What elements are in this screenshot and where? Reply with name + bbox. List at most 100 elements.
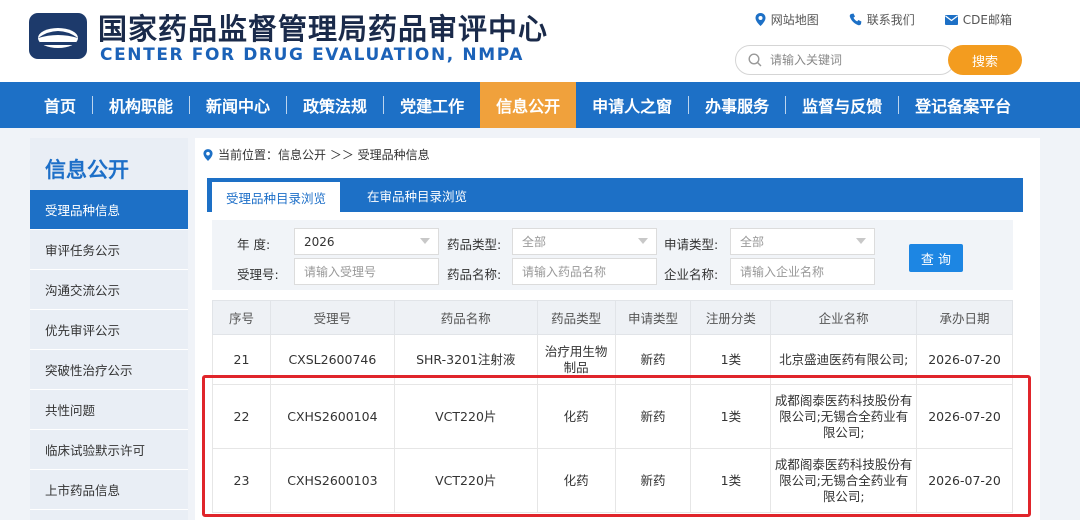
sidebar-item-marketed[interactable]: 上市药品信息 (30, 470, 188, 510)
sidebar-item-review-tasks[interactable]: 审评任务公示 (30, 230, 188, 270)
sidebar-item-communication[interactable]: 沟通交流公示 (30, 270, 188, 310)
nav-item-feedback[interactable]: 监督与反馈 (786, 82, 898, 128)
search-input[interactable] (770, 53, 920, 67)
tab-in-review-catalog[interactable]: 在审品种目录浏览 (357, 178, 477, 212)
search-button[interactable]: 搜索 (948, 45, 1022, 75)
nav-item-services[interactable]: 办事服务 (689, 82, 785, 128)
drug-name-input[interactable]: 请输入药品名称 (512, 258, 657, 285)
nav-item-info[interactable]: 信息公开 (480, 82, 577, 128)
cell-app-type: 新药 (614, 334, 692, 385)
location-pin-icon (203, 148, 213, 161)
year-select[interactable]: 2026 (294, 228, 439, 255)
cell-index: 22 (212, 384, 271, 449)
main-nav: 首页 机构职能 新闻中心 政策法规 党建工作 信息公开 申请人之窗 办事服务 监… (0, 82, 1080, 128)
query-button[interactable]: 查 询 (909, 244, 963, 272)
site-logo[interactable] (28, 12, 88, 60)
drug-type-select[interactable]: 全部 (512, 228, 657, 255)
company-input[interactable]: 请输入企业名称 (730, 258, 875, 285)
sidebar-item-common-issues[interactable]: 共性问题 (30, 390, 188, 430)
tab-bar: 受理品种目录浏览 在审品种目录浏览 (207, 178, 1023, 212)
cell-drug-name[interactable]: SHR-3201注射液 (393, 334, 538, 385)
nav-item-applicant[interactable]: 申请人之窗 (576, 82, 688, 128)
cell-date: 2026-07-20 (916, 448, 1013, 513)
cell-drug-name[interactable]: VCT220片 (393, 448, 538, 513)
cell-company: 北京盛迪医药有限公司; (770, 334, 918, 385)
mail-link[interactable]: CDE邮箱 (944, 11, 1012, 28)
col-header-index[interactable]: 序号 (212, 300, 271, 335)
table-row[interactable]: 23 CXHS2600103 VCT220片 化药 新药 1类 成都阁泰医药科技… (212, 448, 1013, 513)
contact-label: 联系我们 (866, 13, 915, 27)
nav-item-home[interactable]: 首页 (28, 82, 92, 128)
top-links: 网站地图 联系我们 CDE邮箱 (755, 11, 1012, 28)
cell-reg-class: 1类 (690, 448, 772, 513)
site-subtitle: CENTER FOR DRUG EVALUATION, NMPA (100, 45, 524, 65)
cell-app-type: 新药 (614, 384, 692, 449)
contact-link[interactable]: 联系我们 (849, 11, 915, 28)
site-header: 国家药品监督管理局药品审评中心 CENTER FOR DRUG EVALUATI… (0, 0, 1080, 82)
cell-date: 2026-07-20 (916, 334, 1013, 385)
col-header-app-type[interactable]: 申请类型 (614, 300, 692, 335)
col-header-drug-name[interactable]: 药品名称 (393, 300, 538, 335)
tab-accepted-catalog[interactable]: 受理品种目录浏览 (212, 182, 340, 212)
nav-item-registration[interactable]: 登记备案平台 (899, 82, 1027, 128)
sidebar: 信息公开 受理品种信息 审评任务公示 沟通交流公示 优先审评公示 突破性治疗公示… (30, 138, 188, 520)
cell-drug-name[interactable]: VCT220片 (393, 384, 538, 449)
col-header-drug-type[interactable]: 药品类型 (536, 300, 616, 335)
cell-drug-type: 化药 (536, 384, 616, 449)
sidebar-item-priority[interactable]: 优先审评公示 (30, 310, 188, 350)
cell-accept-no[interactable]: CXSL2600746 (269, 334, 395, 385)
cell-index: 23 (212, 448, 271, 513)
drug-type-value: 全部 (522, 235, 547, 249)
table-header-row: 序号 受理号 药品名称 药品类型 申请类型 注册分类 企业名称 承办日期 (212, 300, 1013, 335)
cell-reg-class: 1类 (690, 384, 772, 449)
main-panel: 当前位置：信息公开 ＞＞ 受理品种信息 受理品种目录浏览 在审品种目录浏览 年 … (195, 138, 1040, 520)
col-header-accept-no[interactable]: 受理号 (269, 300, 395, 335)
sitemap-link[interactable]: 网站地图 (755, 11, 819, 28)
table-row[interactable]: 21 CXSL2600746 SHR-3201注射液 治疗用生物制品 新药 1类… (212, 334, 1013, 385)
col-header-reg-class[interactable]: 注册分类 (690, 300, 772, 335)
cell-company: 成都阁泰医药科技股份有限公司;无锡合全药业有限公司; (770, 384, 918, 449)
app-type-value: 全部 (740, 235, 765, 249)
company-label: 企业名称: (664, 267, 719, 282)
col-header-date[interactable]: 承办日期 (916, 300, 1013, 335)
app-type-select[interactable]: 全部 (730, 228, 875, 255)
chevron-down-icon (856, 238, 866, 244)
sidebar-item-accepted[interactable]: 受理品种信息 (30, 190, 188, 230)
mail-label: CDE邮箱 (962, 13, 1012, 27)
drug-name-label: 药品名称: (447, 267, 502, 282)
table-row[interactable]: 22 CXHS2600104 VCT220片 化药 新药 1类 成都阁泰医药科技… (212, 384, 1013, 449)
app-type-label: 申请类型: (664, 237, 719, 252)
accept-no-label: 受理号: (237, 267, 279, 282)
sidebar-title: 信息公开 (45, 158, 129, 182)
nav-item-policy[interactable]: 政策法规 (287, 82, 383, 128)
sidebar-item-breakthrough[interactable]: 突破性治疗公示 (30, 350, 188, 390)
cell-app-type: 新药 (614, 448, 692, 513)
results-table: 序号 受理号 药品名称 药品类型 申请类型 注册分类 企业名称 承办日期 21 … (212, 300, 1013, 513)
cell-drug-type: 治疗用生物制品 (536, 334, 616, 385)
sitemap-label: 网站地图 (770, 13, 819, 27)
breadcrumb: 当前位置：信息公开 ＞＞ 受理品种信息 (203, 146, 430, 163)
cell-reg-class: 1类 (690, 334, 772, 385)
sidebar-item-clinical[interactable]: 临床试验默示许可 (30, 430, 188, 470)
accept-no-input[interactable]: 请输入受理号 (294, 258, 439, 285)
phone-icon (849, 13, 862, 26)
breadcrumb-text: 当前位置：信息公开 ＞＞ 受理品种信息 (218, 148, 430, 162)
cell-accept-no[interactable]: CXHS2600103 (269, 448, 395, 513)
year-value: 2026 (304, 234, 335, 249)
col-header-company[interactable]: 企业名称 (770, 300, 918, 335)
nav-item-party[interactable]: 党建工作 (384, 82, 480, 128)
search-icon (748, 53, 762, 67)
chevron-down-icon (420, 238, 430, 244)
cell-date: 2026-07-20 (916, 384, 1013, 449)
cell-index: 21 (212, 334, 271, 385)
cell-company: 成都阁泰医药科技股份有限公司;无锡合全药业有限公司; (770, 448, 918, 513)
year-label: 年 度: (237, 237, 271, 252)
search-box (735, 45, 955, 75)
nav-item-functions[interactable]: 机构职能 (93, 82, 189, 128)
drug-type-label: 药品类型: (447, 237, 502, 252)
nav-item-news[interactable]: 新闻中心 (190, 82, 286, 128)
cell-accept-no[interactable]: CXHS2600104 (269, 384, 395, 449)
cell-drug-type: 化药 (536, 448, 616, 513)
site-title: 国家药品监督管理局药品审评中心 (98, 12, 549, 46)
location-pin-icon (755, 13, 766, 26)
